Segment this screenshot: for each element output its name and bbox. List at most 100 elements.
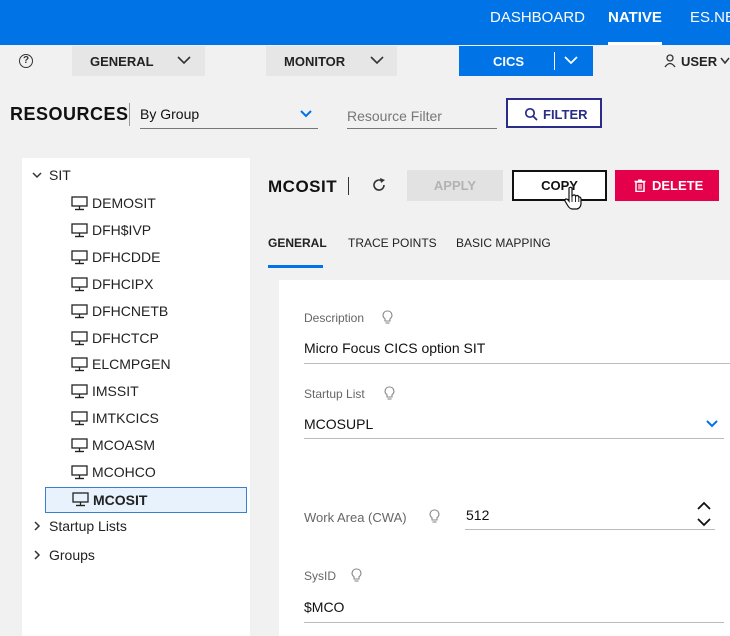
help-icon[interactable]: ? bbox=[19, 54, 33, 68]
tree-item-label: ELCMPGEN bbox=[92, 356, 171, 373]
monitor-icon bbox=[71, 438, 88, 453]
nav-dashboard[interactable]: DASHBOARD bbox=[490, 0, 585, 45]
tree-node-label: Groups bbox=[49, 547, 95, 563]
chevron-down-icon[interactable] bbox=[32, 170, 42, 180]
chevron-down-icon bbox=[177, 56, 191, 65]
description-label: Description bbox=[304, 311, 365, 325]
resource-filter-input[interactable] bbox=[347, 103, 497, 129]
refresh-icon[interactable] bbox=[371, 177, 387, 193]
chevron-down-icon bbox=[720, 57, 730, 65]
work-area-input[interactable]: 512 bbox=[466, 507, 489, 523]
tree-node-label: Startup Lists bbox=[49, 518, 127, 534]
menu-cics-label: CICS bbox=[493, 54, 525, 69]
monitor-icon bbox=[71, 330, 88, 345]
tree-node-groups[interactable]: Groups bbox=[32, 545, 232, 567]
tree-item-label: DFHCDDE bbox=[92, 248, 161, 265]
field-underline bbox=[465, 529, 715, 530]
menu-general[interactable]: GENERAL bbox=[72, 46, 205, 76]
menu-monitor-label: MONITOR bbox=[284, 54, 346, 69]
delete-button[interactable]: DELETE bbox=[615, 170, 719, 201]
monitor-icon bbox=[72, 492, 89, 507]
tree-item-label: MCOSIT bbox=[93, 491, 148, 508]
work-area-label: Work Area (CWA) bbox=[304, 510, 407, 525]
stepper-icon[interactable] bbox=[696, 500, 712, 528]
lightbulb-icon[interactable] bbox=[351, 568, 362, 583]
sysid-label: SysID bbox=[304, 569, 337, 583]
startup-list-select[interactable]: MCOSUPL bbox=[304, 416, 373, 432]
tab-basic-mapping[interactable]: BASIC MAPPING bbox=[456, 236, 551, 250]
tree-item[interactable]: DFHCDDE bbox=[71, 247, 241, 269]
monitor-icon bbox=[71, 277, 88, 291]
chevron-down-icon[interactable] bbox=[563, 52, 579, 68]
tree-node-startup-lists[interactable]: Startup Lists bbox=[32, 516, 232, 538]
tree-item[interactable]: DEMOSIT bbox=[71, 193, 241, 215]
monitor-icon bbox=[71, 357, 88, 372]
startup-list-label: Startup List bbox=[304, 387, 365, 401]
monitor-icon bbox=[71, 223, 88, 238]
sysid-input[interactable]: $MCO bbox=[304, 599, 344, 615]
tree-item[interactable]: DFHCTCP bbox=[71, 328, 241, 350]
trash-icon bbox=[634, 179, 646, 192]
monitor-icon bbox=[71, 384, 88, 399]
filter-button[interactable]: FILTER bbox=[506, 98, 602, 128]
apply-button-label: APPLY bbox=[433, 178, 477, 193]
menu-monitor[interactable]: MONITOR bbox=[266, 46, 397, 76]
divider bbox=[129, 103, 130, 126]
tree-item-label: MCOHCO bbox=[92, 464, 156, 480]
chevron-right-icon[interactable] bbox=[32, 521, 42, 531]
copy-button[interactable]: COPY bbox=[512, 170, 607, 201]
hand-cursor-icon bbox=[564, 186, 582, 210]
chevron-down-icon bbox=[300, 110, 312, 118]
page-title: RESOURCES bbox=[10, 104, 129, 124]
field-underline bbox=[304, 438, 724, 439]
chevron-right-icon[interactable] bbox=[32, 550, 42, 560]
nav-native[interactable]: NATIVE bbox=[608, 0, 662, 45]
search-icon bbox=[524, 107, 538, 121]
user-icon bbox=[664, 54, 676, 68]
tree-item[interactable]: IMSSIT bbox=[71, 381, 241, 403]
divider bbox=[554, 52, 555, 70]
menu-cics[interactable]: CICS bbox=[459, 46, 593, 76]
chevron-down-icon bbox=[370, 56, 384, 65]
resource-title: MCOSIT bbox=[268, 177, 338, 196]
tree-item-label: IMSSIT bbox=[92, 383, 139, 400]
group-by-select[interactable]: By Group bbox=[140, 103, 318, 129]
tree-item-label: DFHCNETB bbox=[92, 302, 169, 319]
tree-item-label: DFHCTCP bbox=[92, 329, 159, 346]
tab-general[interactable]: GENERAL bbox=[268, 236, 327, 250]
group-by-value: By Group bbox=[140, 106, 200, 122]
tree-item[interactable]: MCOASM bbox=[71, 435, 241, 457]
delete-button-label: DELETE bbox=[652, 178, 704, 193]
tree-item-label: DFHCIPX bbox=[92, 275, 154, 292]
nav-esnet[interactable]: ES.NE bbox=[690, 0, 730, 45]
tree-node-label: SIT bbox=[49, 167, 71, 183]
filter-button-label: FILTER bbox=[543, 107, 588, 122]
tab-trace-points[interactable]: TRACE POINTS bbox=[348, 236, 437, 250]
monitor-icon bbox=[71, 465, 88, 480]
tree-item-selected[interactable]: MCOSIT bbox=[45, 486, 247, 513]
tree-node-sit[interactable]: SIT bbox=[32, 165, 232, 187]
tree-item[interactable]: MCOHCO bbox=[71, 462, 241, 484]
chevron-down-icon[interactable] bbox=[705, 418, 719, 430]
tree-item[interactable]: DFHCIPX bbox=[71, 274, 241, 296]
divider bbox=[348, 177, 349, 195]
user-label: USER bbox=[681, 54, 718, 69]
lightbulb-icon[interactable] bbox=[384, 386, 395, 401]
lightbulb-icon[interactable] bbox=[382, 310, 393, 325]
form-panel bbox=[279, 280, 730, 636]
active-tab-indicator bbox=[268, 265, 323, 268]
resource-tree: SIT DEMOSIT DFH$IVP DFHCDDE DFHCIPX DFHCNETB… bbox=[22, 158, 250, 636]
menu-general-label: GENERAL bbox=[90, 54, 154, 69]
tree-item[interactable]: DFHCNETB bbox=[71, 301, 241, 323]
tree-item-label: DFH$IVP bbox=[92, 221, 152, 238]
monitor-icon bbox=[71, 250, 88, 264]
tree-item-label: MCOASM bbox=[92, 437, 155, 454]
apply-button[interactable]: APPLY bbox=[407, 170, 503, 201]
monitor-icon bbox=[71, 196, 88, 211]
tree-item[interactable]: DFH$IVP bbox=[71, 220, 241, 242]
field-underline bbox=[304, 363, 730, 364]
description-field[interactable]: Micro Focus CICS option SIT bbox=[304, 340, 485, 356]
tree-item[interactable]: ELCMPGEN bbox=[71, 354, 241, 376]
lightbulb-icon[interactable] bbox=[429, 509, 440, 524]
tree-item[interactable]: IMTKCICS bbox=[71, 408, 241, 430]
